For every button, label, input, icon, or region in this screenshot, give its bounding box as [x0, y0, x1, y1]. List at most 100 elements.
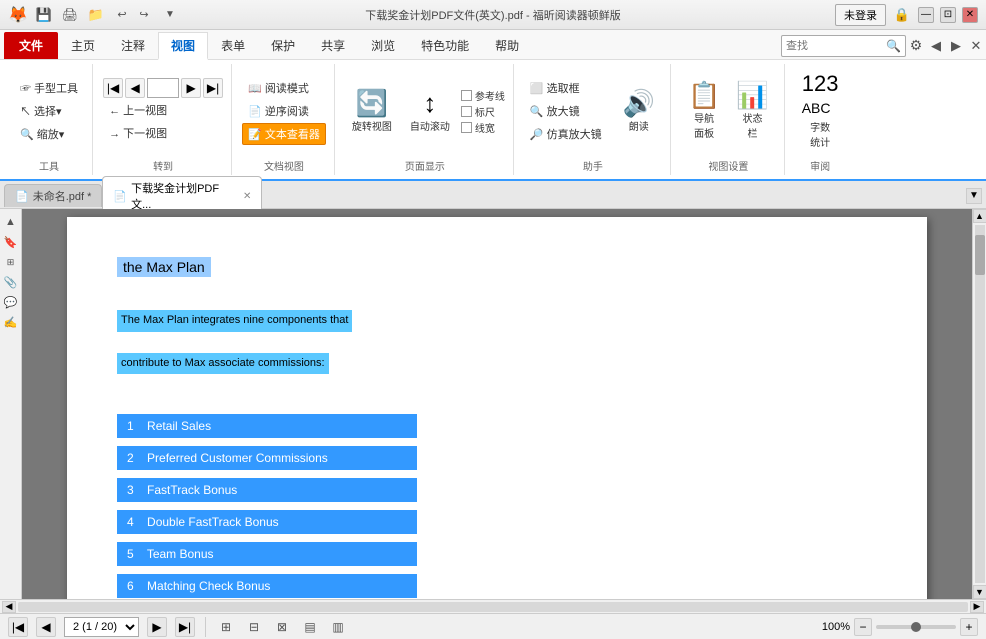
read-mode-btn[interactable]: 📖 阅读模式: [242, 77, 326, 99]
zoom-percent-label: 100%: [822, 621, 850, 633]
tab-close-btn[interactable]: ✕: [243, 191, 251, 202]
status-bar-btn[interactable]: 📊 状态栏: [729, 77, 775, 145]
tab-share[interactable]: 共享: [308, 32, 358, 59]
last-page-btn[interactable]: ▶|: [203, 78, 223, 98]
status-icon-5[interactable]: ▥: [328, 617, 348, 637]
item-num-4: 4: [127, 515, 134, 529]
item-label-1: Retail Sales: [147, 419, 211, 433]
status-last-page[interactable]: ▶|: [175, 617, 195, 637]
page-selector[interactable]: 2 (1 / 20): [64, 617, 139, 637]
auto-scroll-btn[interactable]: ↕ 自动滚动: [403, 85, 457, 138]
ribbon-prev-btn[interactable]: ◀: [926, 36, 946, 56]
undo-btn[interactable]: ↩: [112, 5, 132, 25]
item-num-6: 6: [127, 579, 134, 593]
tab-features[interactable]: 特色功能: [408, 32, 482, 59]
zoom-slider[interactable]: [876, 625, 956, 629]
magnifier-btn[interactable]: 🔍 放大镜: [524, 100, 608, 122]
app-logo[interactable]: 🦊: [8, 5, 28, 25]
tab-comment[interactable]: 注释: [108, 32, 158, 59]
search-icon[interactable]: 🔍: [886, 39, 901, 53]
pdf-list-item-5: 5 Team Bonus: [117, 542, 417, 566]
prev-view-btn[interactable]: ← 上一视图: [103, 99, 223, 121]
status-next-page[interactable]: ▶: [147, 617, 167, 637]
next-page-nav-btn[interactable]: ▶: [181, 78, 201, 98]
tabs-scroll: ▼: [966, 188, 982, 204]
sidebar-prev-page[interactable]: ▲: [2, 213, 20, 231]
hand-tool-btn[interactable]: ☞ 手型工具: [14, 77, 84, 99]
h-scroll-track[interactable]: [18, 602, 968, 612]
status-icon-4[interactable]: ▤: [300, 617, 320, 637]
ruler-check[interactable]: 标尺: [461, 104, 505, 119]
restore-button[interactable]: ⊡: [940, 7, 956, 23]
page-display-label: 页面显示: [405, 158, 445, 175]
group-tools: ☞ 手型工具 ↖ 选择▾ 🔍 缩放▾ 工具: [6, 64, 93, 175]
speaker-icon: 🔊: [623, 90, 655, 116]
rotate-view-btn[interactable]: 🔄 旋转视图: [345, 85, 399, 138]
scroll-track[interactable]: [975, 225, 985, 583]
sim-magnifier-btn[interactable]: 🔎 仿真放大镜: [524, 123, 608, 145]
reverse-read-btn[interactable]: 📄 逆序阅读: [242, 100, 326, 122]
sidebar-bookmark[interactable]: 🔖: [2, 233, 20, 251]
word-count-btn[interactable]: 123ABC 字数统计: [795, 68, 846, 154]
doc-view-items: 📖 阅读模式 📄 逆序阅读 📝 文本查看器: [242, 64, 326, 158]
zoom-out-btn[interactable]: −: [854, 618, 872, 636]
search-input[interactable]: [786, 40, 886, 52]
param-lines-check[interactable]: 参考线: [461, 88, 505, 103]
redo-btn[interactable]: ↪: [134, 5, 154, 25]
close-button[interactable]: ✕: [962, 7, 978, 23]
ribbon-next-btn[interactable]: ▶: [946, 36, 966, 56]
ribbon-content: ☞ 手型工具 ↖ 选择▾ 🔍 缩放▾ 工具 |◀ ◀ 2 ▶ ▶|: [0, 60, 986, 179]
status-icon-1[interactable]: ⊞: [216, 617, 236, 637]
status-icon-2[interactable]: ⊟: [244, 617, 264, 637]
tabs-scroll-down[interactable]: ▼: [966, 188, 982, 204]
sidebar-attach[interactable]: 📎: [2, 273, 20, 291]
tab-browse[interactable]: 浏览: [358, 32, 408, 59]
prev-page-nav-btn[interactable]: ◀: [125, 78, 145, 98]
status-icon-3[interactable]: ⊠: [272, 617, 292, 637]
minimize-button[interactable]: —: [918, 7, 934, 23]
tab-help[interactable]: 帮助: [482, 32, 532, 59]
h-scroll-left-btn[interactable]: ◀: [2, 601, 16, 613]
select-btn[interactable]: ↖ 选择▾: [14, 100, 84, 122]
page-number-input[interactable]: 2: [147, 78, 179, 98]
customize-btn[interactable]: ▼: [160, 5, 180, 25]
zoom-slider-thumb: [911, 622, 921, 632]
tab-protect[interactable]: 保护: [258, 32, 308, 59]
tab-form[interactable]: 表单: [208, 32, 258, 59]
tools-label: 工具: [39, 158, 59, 175]
h-scroll-right-btn[interactable]: ▶: [970, 601, 984, 613]
next-view-btn[interactable]: → 下一视图: [103, 122, 223, 144]
cb-grid: [461, 122, 472, 133]
status-first-page[interactable]: |◀: [8, 617, 28, 637]
nav-panel-btn[interactable]: 📋 导航面板: [681, 77, 727, 145]
sidebar-signature[interactable]: ✍: [2, 313, 20, 331]
zoom-in-btn[interactable]: +: [960, 618, 978, 636]
item-num-2: 2: [127, 451, 134, 465]
login-button[interactable]: 未登录: [835, 4, 886, 26]
select-box-btn[interactable]: ⬜ 选取框: [524, 77, 608, 99]
scroll-up-btn[interactable]: ▲: [973, 209, 986, 223]
sidebar-comment[interactable]: 💬: [2, 293, 20, 311]
grid-check[interactable]: 线宽: [461, 120, 505, 135]
ribbon-settings-btn[interactable]: ⚙: [906, 36, 926, 56]
scroll-down-btn[interactable]: ▼: [973, 585, 986, 599]
read-aloud-btn[interactable]: 🔊 朗读: [616, 85, 662, 138]
tab-view[interactable]: 视图: [158, 32, 208, 60]
title-bar-left: 🦊 💾 🖨 📁 ↩ ↪ ▼: [8, 5, 180, 25]
tab-file[interactable]: 文件: [4, 32, 58, 59]
lock-icon: 🔒: [892, 5, 912, 25]
first-page-btn[interactable]: |◀: [103, 78, 123, 98]
pdf-list-item-6: 6 Matching Check Bonus: [117, 574, 417, 598]
group-goto: |◀ ◀ 2 ▶ ▶| ← 上一视图 → 下一视图 转到: [95, 64, 232, 175]
quick-access-print[interactable]: 🖨: [60, 5, 80, 25]
sidebar-thumb[interactable]: ⊞: [2, 253, 20, 271]
ribbon-close-btn[interactable]: ✕: [966, 36, 986, 56]
bottom-scrollbar: ◀ ▶: [0, 599, 986, 613]
status-prev-page[interactable]: ◀: [36, 617, 56, 637]
tab-home[interactable]: 主页: [58, 32, 108, 59]
quick-access-save[interactable]: 💾: [34, 5, 54, 25]
zoom-btn-tool[interactable]: 🔍 缩放▾: [14, 123, 84, 145]
quick-access-open[interactable]: 📁: [86, 5, 106, 25]
text-viewer-btn[interactable]: 📝 文本查看器: [242, 123, 326, 145]
tab-unnamed-pdf[interactable]: 📄 未命名.pdf *: [4, 184, 102, 207]
